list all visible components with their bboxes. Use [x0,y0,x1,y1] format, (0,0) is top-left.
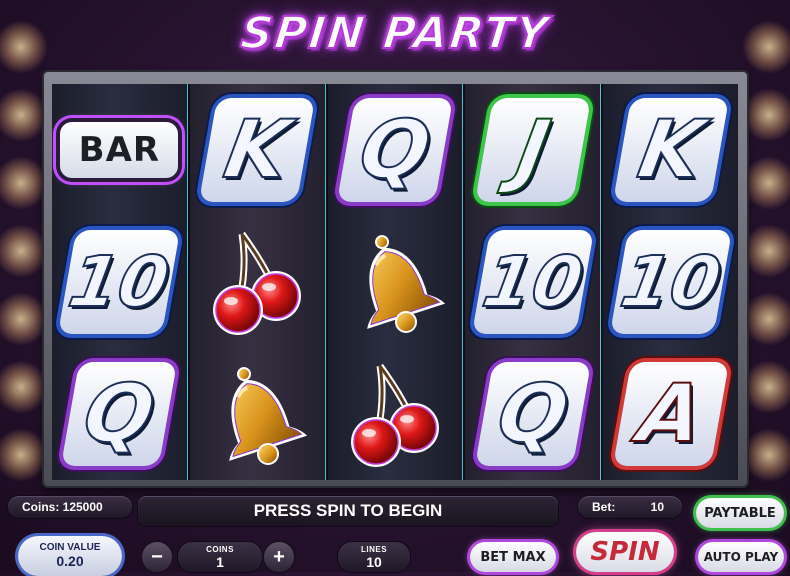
jack-symbol: J [474,98,591,202]
reel-1: BAR 10 Q [52,84,188,480]
bet-display: Bet: 10 [578,496,682,518]
king-symbol: K [612,98,729,202]
bell-symbol [202,358,312,470]
ace-symbol: A [612,362,729,466]
light-bulb [742,88,790,142]
light-bulb [0,428,48,482]
bet-max-button[interactable]: BET MAX [470,542,556,572]
light-bulb [0,88,48,142]
reel-cell: 10 [52,216,187,348]
reel-cell [190,348,325,480]
coins-stepper: COINS 1 [178,542,262,572]
reel-2: K [189,84,326,480]
bet-value: 10 [650,500,664,514]
increase-coins-button[interactable]: + [264,542,294,572]
game-title-logo: SPIN PARTY [237,7,553,60]
ten-symbol: 10 [471,230,594,334]
reel-cell: 10 [465,216,600,348]
coin-value: 0.20 [56,553,84,569]
reel-cell: Q [328,84,463,216]
ten-symbol: 10 [609,230,732,334]
auto-play-button[interactable]: AUTO PLAY [698,542,784,572]
reel-cell [328,348,463,480]
light-bulb [742,428,790,482]
reel-4: J 10 Q [465,84,602,480]
bell-symbol [340,226,450,338]
title-bar: SPIN PARTY [0,7,790,60]
reel-cell: K [603,84,738,216]
reel-cell: Q [465,348,600,480]
reel-cell: A [603,348,738,480]
decrease-coins-button[interactable]: − [142,542,172,572]
coin-value-label: COIN VALUE [39,542,101,553]
queen-symbol: Q [61,362,178,466]
reel-cell: K [190,84,325,216]
queen-symbol: Q [336,98,454,202]
reels-cabinet: BAR 10 Q K Q J 10 Q K 10 A [44,72,747,486]
light-bulb [742,224,790,278]
lines-display: LINES 10 [338,542,410,572]
reel-cell: J [465,84,600,216]
cherries-symbol [340,358,450,470]
reel-cell: 10 [603,216,738,348]
coins-label: COINS [206,545,234,554]
control-panel: Coins: 125000 PRESS SPIN TO BEGIN Bet: 1… [0,488,790,576]
light-bulb [0,224,48,278]
queen-symbol: Q [474,362,591,466]
bar-symbol: BAR [60,122,179,178]
paytable-button[interactable]: PAYTABLE [696,498,784,528]
reels-area: BAR 10 Q K Q J 10 Q K 10 A [52,84,738,480]
light-bulb [0,360,48,414]
reel-cell: Q [52,348,187,480]
light-bulb [0,156,48,210]
coins-balance: Coins: 125000 [8,496,132,518]
ten-symbol: 10 [58,230,181,334]
reel-5: K 10 A [603,84,738,480]
light-bulb [0,292,48,346]
status-message: PRESS SPIN TO BEGIN [138,496,558,526]
light-bulb [742,156,790,210]
reel-3: Q [327,84,464,480]
reel-cell: BAR [52,84,187,216]
light-bulb [742,360,790,414]
reel-cell [190,216,325,348]
lines-value: 10 [366,554,382,570]
reel-cell [328,216,463,348]
coin-value-selector[interactable]: COIN VALUE 0.20 [18,536,122,576]
coins-value: 1 [216,554,224,570]
lines-label: LINES [360,545,388,554]
bet-label: Bet: [592,500,616,514]
cherries-symbol [202,226,312,338]
light-bulb [742,292,790,346]
spin-button[interactable]: SPIN [576,532,674,572]
king-symbol: K [199,98,316,202]
